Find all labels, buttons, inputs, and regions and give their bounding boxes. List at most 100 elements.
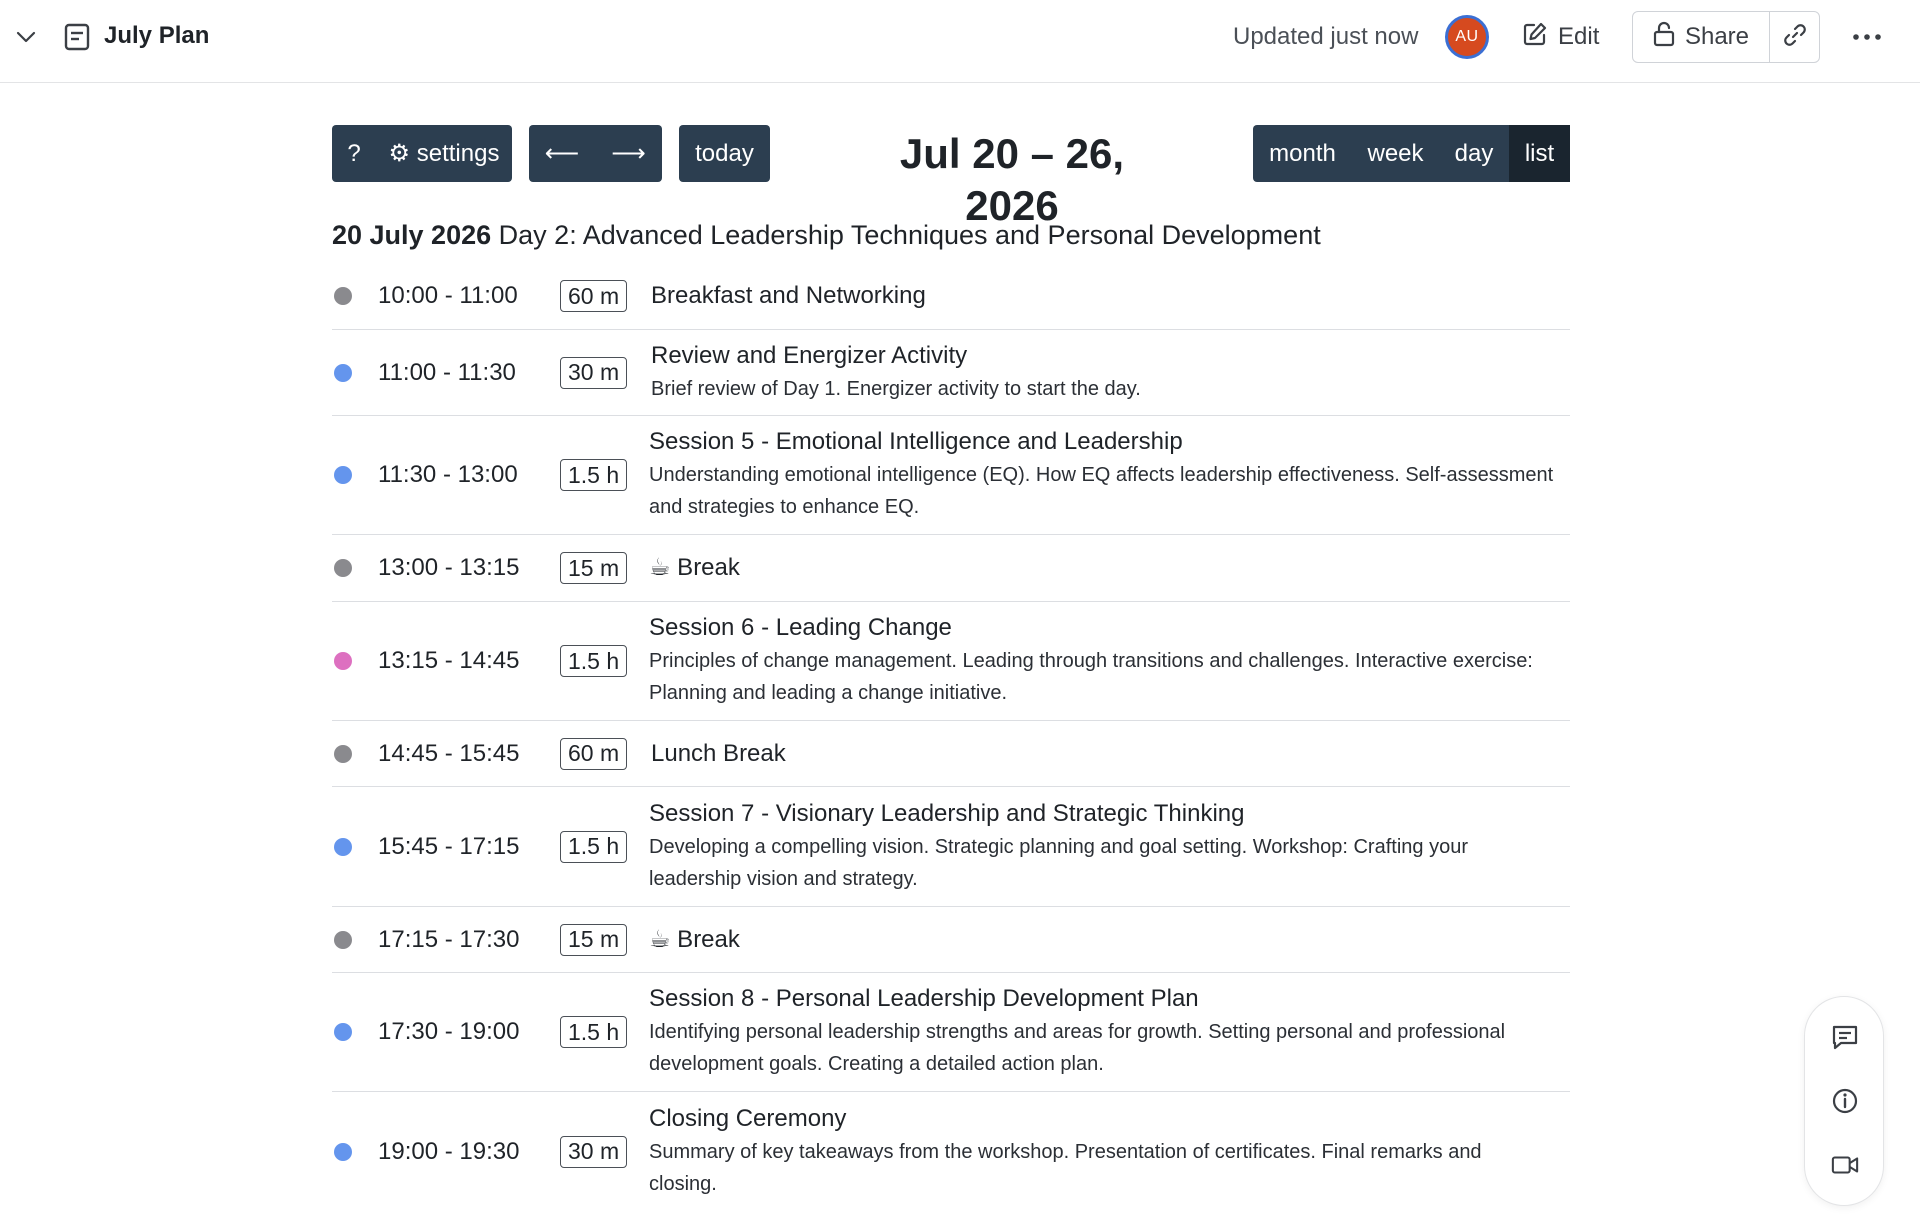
event-title: Session 8 - Personal Leadership Developm…: [649, 985, 1199, 1012]
event-color-dot: [334, 363, 352, 382]
settings-button[interactable]: ⚙ settings: [376, 125, 512, 182]
edit-icon: [1522, 21, 1548, 54]
event-time: 19:00 - 19:30: [378, 1137, 520, 1165]
event-duration: 60 m: [560, 737, 628, 770]
event-description: Developing a compelling vision. Strategi…: [649, 835, 1468, 890]
event-content: Session 7 - Visionary Leadership and Str…: [649, 789, 1529, 905]
event-row[interactable]: 17:15 - 17:30 15 m ☕ Break: [332, 907, 1570, 973]
event-title: Session 5 - Emotional Intelligence and L…: [649, 428, 1183, 455]
event-color-dot: [334, 744, 352, 763]
share-label: Share: [1684, 23, 1750, 50]
event-title: Review and Energizer Activity: [651, 341, 968, 369]
event-color-dot: [334, 466, 352, 484]
event-content: ☕ Break: [649, 915, 740, 965]
event-title: ☕ Break: [649, 925, 740, 953]
edit-button[interactable]: Edit: [1522, 18, 1599, 56]
event-time: 13:00 - 13:15: [378, 554, 520, 581]
day-heading: 20 July 2026 Day 2: Advanced Leadership …: [332, 220, 1321, 251]
event-time: 10:00 - 11:00: [378, 282, 518, 309]
day-date: 20 July 2026: [332, 220, 492, 250]
event-content: Session 5 - Emotional Intelligence and L…: [649, 417, 1569, 533]
event-color-dot: [334, 1023, 352, 1041]
event-row[interactable]: 11:30 - 13:00 1.5 h Session 5 - Emotiona…: [332, 416, 1570, 535]
event-content: Review and Energizer Activity Brief revi…: [649, 331, 1141, 415]
event-description: Brief review of Day 1. Energizer activit…: [651, 377, 1141, 400]
event-duration: 30 m: [560, 356, 628, 389]
copy-link-button[interactable]: [1770, 12, 1819, 62]
view-week-button[interactable]: week: [1352, 125, 1439, 182]
event-title: Lunch Break: [651, 739, 786, 767]
info-icon[interactable]: [1831, 1087, 1859, 1115]
today-group: today: [679, 125, 770, 182]
view-list-button[interactable]: list: [1509, 125, 1570, 182]
event-time: 17:30 - 19:00: [378, 1018, 520, 1045]
avatar[interactable]: AU: [1445, 15, 1489, 59]
event-row[interactable]: 13:15 - 14:45 1.5 h Session 6 - Leading …: [332, 602, 1570, 721]
event-description: Identifying personal leadership strength…: [649, 1021, 1506, 1075]
prev-button[interactable]: ⟵: [529, 125, 595, 182]
document-icon: [64, 23, 90, 51]
event-content: Lunch Break: [649, 729, 786, 779]
chevron-down-icon[interactable]: [14, 25, 38, 49]
event-duration: 1.5 h: [560, 459, 628, 491]
nav-group: ⟵ ⟶: [529, 125, 662, 182]
day-title: Day 2: Advanced Leadership Techniques an…: [498, 220, 1321, 250]
event-description: Summary of key takeaways from the worksh…: [649, 1140, 1482, 1195]
event-color-dot: [334, 559, 352, 577]
event-row[interactable]: 11:00 - 11:30 30 m Review and Energizer …: [332, 330, 1570, 416]
event-duration: 15 m: [560, 923, 628, 956]
share-button[interactable]: Share: [1633, 12, 1770, 62]
event-title: Session 6 - Leading Change: [649, 614, 952, 641]
event-color-dot: [334, 287, 352, 305]
event-list: 10:00 - 11:00 60 m Breakfast and Network…: [332, 263, 1570, 1211]
event-row[interactable]: 14:45 - 15:45 60 m Lunch Break: [332, 721, 1570, 787]
comment-icon[interactable]: [1831, 1023, 1859, 1051]
event-content: ☕ Break: [649, 543, 740, 593]
event-color-dot: [334, 1142, 352, 1161]
event-title: Session 7 - Visionary Leadership and Str…: [649, 799, 1245, 827]
event-content: Breakfast and Networking: [649, 271, 926, 321]
event-color-dot: [334, 652, 352, 670]
event-time: 14:45 - 15:45: [378, 739, 520, 767]
event-duration: 60 m: [560, 280, 628, 312]
view-month-button[interactable]: month: [1253, 125, 1352, 182]
event-description: Understanding emotional intelligence (EQ…: [649, 464, 1554, 518]
link-icon: [1782, 22, 1808, 53]
event-content: Closing Ceremony Summary of key takeaway…: [649, 1094, 1529, 1210]
help-button[interactable]: ?: [332, 125, 376, 182]
event-row[interactable]: 10:00 - 11:00 60 m Breakfast and Network…: [332, 263, 1570, 330]
help-settings-group: ? ⚙ settings: [332, 125, 512, 182]
view-day-button[interactable]: day: [1439, 125, 1509, 182]
event-time: 11:30 - 13:00: [378, 461, 518, 488]
event-content: Session 6 - Leading Change Principles of…: [649, 603, 1570, 719]
event-content: Session 8 - Personal Leadership Developm…: [649, 974, 1549, 1090]
top-bar: July Plan Updated just now AU Edit Share: [0, 0, 1920, 83]
event-time: 17:15 - 17:30: [378, 925, 520, 953]
side-panel: [1804, 996, 1884, 1206]
next-button[interactable]: ⟶: [595, 125, 662, 182]
today-button[interactable]: today: [679, 125, 770, 182]
video-icon[interactable]: [1831, 1151, 1859, 1179]
edit-label: Edit: [1558, 23, 1600, 50]
event-row[interactable]: 17:30 - 19:00 1.5 h Session 8 - Personal…: [332, 973, 1570, 1092]
event-duration: 1.5 h: [560, 830, 628, 863]
event-color-dot: [334, 930, 352, 949]
event-time: 11:00 - 11:30: [378, 358, 516, 386]
event-duration: 1.5 h: [560, 645, 628, 677]
date-range-title: Jul 20 – 26, 2026: [899, 130, 1125, 229]
view-switcher: month week day list: [1253, 125, 1570, 182]
event-duration: 15 m: [560, 552, 628, 584]
more-options-icon[interactable]: [1850, 22, 1884, 52]
event-description: Principles of change management. Leading…: [649, 650, 1533, 704]
event-row[interactable]: 15:45 - 17:15 1.5 h Session 7 - Visionar…: [332, 787, 1570, 907]
event-time: 13:15 - 14:45: [378, 647, 520, 674]
share-group: Share: [1632, 11, 1820, 63]
page-title: July Plan: [104, 22, 210, 49]
event-title: ☕ Break: [649, 554, 740, 581]
event-duration: 30 m: [560, 1135, 628, 1168]
event-row[interactable]: 13:00 - 13:15 15 m ☕ Break: [332, 535, 1570, 602]
event-duration: 1.5 h: [560, 1016, 628, 1048]
updated-status: Updated just now: [1233, 23, 1419, 50]
event-title: Breakfast and Networking: [651, 282, 926, 309]
event-row[interactable]: 19:00 - 19:30 30 m Closing Ceremony Summ…: [332, 1092, 1570, 1211]
